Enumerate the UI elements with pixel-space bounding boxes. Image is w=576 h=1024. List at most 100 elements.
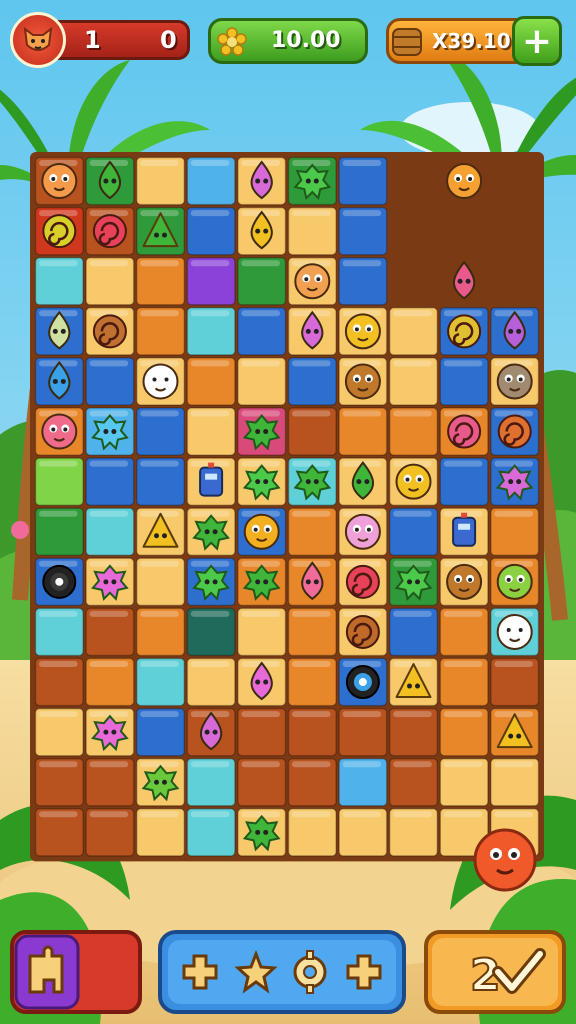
creature-eye[interactable] <box>42 564 77 599</box>
creature-blob[interactable] <box>41 413 78 450</box>
tile-highlight <box>89 811 129 818</box>
creature-robot[interactable] <box>452 512 477 547</box>
creature-blob[interactable] <box>344 313 381 350</box>
creature-blob[interactable] <box>142 363 179 400</box>
tile-highlight <box>393 410 432 417</box>
coins-value: X39.10 <box>432 29 511 53</box>
tile-highlight <box>89 260 129 267</box>
game-scene <box>0 0 576 1024</box>
tile-highlight <box>89 510 129 517</box>
tile-highlight <box>393 811 432 818</box>
tile-highlight <box>393 510 432 517</box>
creature-swirl[interactable] <box>42 214 77 249</box>
tile-highlight <box>39 711 78 718</box>
tile-highlight <box>140 610 179 617</box>
creature-blob[interactable] <box>243 513 280 550</box>
tile-highlight <box>292 610 331 617</box>
tile-highlight <box>39 460 78 467</box>
tile-highlight <box>443 460 483 467</box>
tile-highlight <box>292 761 331 768</box>
tile-highlight <box>190 410 230 417</box>
tile-highlight <box>140 310 179 317</box>
tile-highlight <box>494 761 533 768</box>
tile-highlight <box>292 661 331 667</box>
tile-highlight <box>190 210 230 217</box>
creature-blob[interactable] <box>395 463 432 500</box>
plus-icon: + <box>521 20 553 62</box>
powerups-bar[interactable] <box>158 930 406 1014</box>
tile-highlight <box>342 260 382 267</box>
creature-eye[interactable] <box>345 665 380 700</box>
tile-highlight <box>89 360 129 367</box>
tile-highlight <box>241 360 280 367</box>
creature-blob[interactable] <box>344 363 381 400</box>
tile-highlight <box>342 410 382 417</box>
creature-robot[interactable] <box>199 462 224 497</box>
tile-highlight <box>292 510 331 517</box>
tile-highlight <box>190 260 230 267</box>
barrel-icon <box>392 28 422 56</box>
tile-highlight <box>292 210 331 217</box>
creature-red-blob[interactable] <box>473 828 537 892</box>
creature-swirl[interactable] <box>92 314 127 349</box>
tile-highlight <box>443 661 483 667</box>
puzzle-button[interactable] <box>10 930 142 1014</box>
tile-highlight <box>393 310 432 317</box>
creature-swirl[interactable] <box>497 414 532 449</box>
tile-highlight <box>190 360 230 367</box>
player-score: 0 <box>160 26 177 54</box>
tile-highlight <box>443 811 483 818</box>
creature-swirl[interactable] <box>447 314 482 349</box>
tile-highlight <box>342 160 382 166</box>
timer-panel: 10.00 <box>208 18 368 64</box>
tile-highlight <box>190 310 230 317</box>
creature-swirl[interactable] <box>345 564 380 599</box>
tile-highlight <box>190 610 230 617</box>
tile-highlight <box>190 761 230 768</box>
confirm-button[interactable]: 2 <box>424 930 566 1014</box>
tile-highlight <box>393 761 432 768</box>
creature-blob[interactable] <box>496 363 533 400</box>
player-level: 1 <box>84 26 101 54</box>
tile-highlight <box>292 360 331 367</box>
player-panel: 1 0 <box>10 12 192 68</box>
tile-highlight <box>292 811 331 818</box>
tile-highlight <box>140 661 179 667</box>
tile-highlight <box>342 210 382 217</box>
tile-highlight <box>342 711 382 718</box>
tile-highlight <box>241 260 280 267</box>
creature-blob[interactable] <box>294 263 331 300</box>
creature-swirl[interactable] <box>92 214 127 249</box>
tile-highlight <box>39 811 78 818</box>
tile-highlight <box>190 160 230 166</box>
tile-highlight <box>89 661 129 667</box>
tile-highlight <box>140 560 179 567</box>
add-coins-button[interactable]: + <box>512 16 562 66</box>
tile-highlight <box>39 661 78 667</box>
tile-highlight <box>39 761 78 768</box>
tile-highlight <box>292 410 331 417</box>
tile-highlight <box>39 260 78 267</box>
flower-icon <box>217 27 247 56</box>
tile-highlight <box>393 711 432 718</box>
tile-highlight <box>89 761 129 768</box>
creature-blob[interactable] <box>446 563 483 600</box>
creature-swirl[interactable] <box>447 414 482 449</box>
creature-swirl[interactable] <box>345 614 380 649</box>
creature-blob[interactable] <box>496 613 533 650</box>
creature-blob[interactable] <box>446 163 483 200</box>
tile-highlight <box>89 610 129 617</box>
timer-value: 10.00 <box>271 28 341 53</box>
avatar[interactable] <box>10 12 66 68</box>
tile-highlight <box>190 811 230 818</box>
coins-panel: X39.10 + <box>386 14 562 68</box>
tile-highlight <box>494 510 533 517</box>
tile-highlight <box>190 661 230 667</box>
creature-blob[interactable] <box>344 513 381 550</box>
tile-highlight <box>393 360 432 367</box>
creature-blob[interactable] <box>41 163 78 200</box>
tile-highlight <box>443 360 483 367</box>
tile-highlight <box>241 610 280 617</box>
creature-blob[interactable] <box>496 563 533 600</box>
tile-highlight <box>241 711 280 718</box>
